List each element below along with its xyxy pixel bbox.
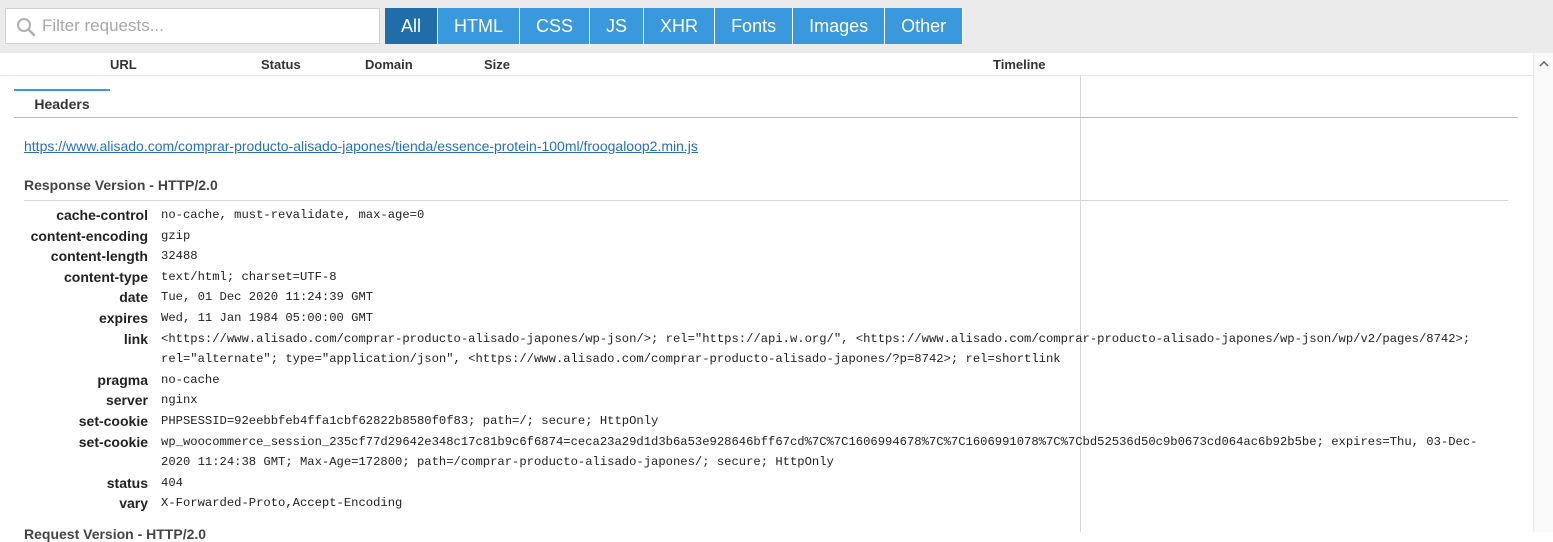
header-value: no-cache, must-revalidate, max-age=0 xyxy=(161,208,425,222)
search-icon xyxy=(17,18,36,37)
column-size[interactable]: Size xyxy=(484,57,510,72)
detail-tab-underline xyxy=(14,117,1518,118)
column-status[interactable]: Status xyxy=(261,57,301,72)
header-name: content-type xyxy=(64,268,148,285)
column-header: URL Status Domain Size Timeline xyxy=(0,53,1533,76)
header-row: date Tue, 01 Dec 2020 11:24:39 GMT xyxy=(24,287,1484,308)
tab-all[interactable]: All xyxy=(385,8,439,44)
header-name: date xyxy=(119,289,148,306)
toolbar: All HTML CSS JS XHR Fonts Images Other xyxy=(0,0,1553,53)
header-name: set-cookie xyxy=(78,433,148,450)
column-url[interactable]: URL xyxy=(110,57,137,72)
tab-html[interactable]: HTML xyxy=(438,8,521,44)
header-row: expires Wed, 11 Jan 1984 05:00:00 GMT xyxy=(24,308,1484,329)
header-name: status xyxy=(106,474,148,491)
header-row: vary X-Forwarded-Proto,Accept-Encoding xyxy=(24,493,1484,514)
header-row: cache-control no-cache, must-revalidate, … xyxy=(24,205,1484,226)
tab-headers[interactable]: Headers xyxy=(14,89,110,117)
header-value: Tue, 01 Dec 2020 11:24:39 GMT xyxy=(161,290,374,305)
tab-images[interactable]: Images xyxy=(793,8,886,44)
response-version-heading: Response Version - HTTP/2.0 xyxy=(24,177,218,193)
tab-js[interactable]: JS xyxy=(590,8,645,44)
filter-input[interactable] xyxy=(42,9,372,43)
header-row: pragma no-cache xyxy=(24,370,1484,391)
tab-css[interactable]: CSS xyxy=(520,8,591,44)
header-value: Wed, 11 Jan 1984 05:00:00 GMT xyxy=(161,310,374,325)
type-filter-tabs: All HTML CSS JS XHR Fonts Images Other xyxy=(385,8,964,44)
tab-fonts[interactable]: Fonts xyxy=(715,8,794,44)
header-value: <https://www.alisado.com/comprar-product… xyxy=(161,331,1478,367)
header-value: wp_woocommerce_session_235cf77d29642e348… xyxy=(161,434,1478,470)
header-name: vary xyxy=(119,495,148,512)
tab-other[interactable]: Other xyxy=(885,8,964,44)
header-row: set-cookie wp_woocommerce_session_235cf77… xyxy=(24,432,1484,473)
header-name: expires xyxy=(98,309,148,326)
request-version-heading: Request Version - HTTP/2.0 xyxy=(24,526,207,542)
header-name: server xyxy=(105,392,148,409)
header-value: X-Forwarded-Proto,Accept-Encoding xyxy=(161,496,403,511)
header-row: set-cookie PHPSESSID=92eebbfeb4ffa1cbf628… xyxy=(24,411,1484,432)
column-timeline[interactable]: Timeline xyxy=(993,57,1046,72)
header-name: set-cookie xyxy=(78,412,148,429)
header-row: status 404 xyxy=(24,473,1484,494)
header-name: cache-control xyxy=(56,207,148,223)
header-value: nginx xyxy=(161,393,198,408)
request-url-link[interactable]: https://www.alisado.com/comprar-producto… xyxy=(24,138,698,154)
header-name: content-encoding xyxy=(30,227,148,244)
header-row: content-type text/html; charset=UTF-8 xyxy=(24,267,1484,288)
filter-box[interactable] xyxy=(5,8,380,44)
header-value: PHPSESSID=92eebbfeb4ffa1cbf62822b8580f0f… xyxy=(161,413,659,428)
response-headers: cache-control no-cache, must-revalidate, … xyxy=(24,205,1484,514)
header-name: pragma xyxy=(97,371,148,388)
header-row: content-encoding gzip xyxy=(24,226,1484,247)
header-row: server nginx xyxy=(24,390,1484,411)
header-value: text/html; charset=UTF-8 xyxy=(161,269,337,284)
vertical-scrollbar[interactable] xyxy=(1533,53,1553,532)
section-divider xyxy=(24,200,1508,201)
header-row: link <https://www.alisado.com/comprar-pro… xyxy=(24,329,1484,370)
header-name: link xyxy=(123,330,148,347)
tab-xhr[interactable]: XHR xyxy=(644,8,716,44)
header-value: no-cache xyxy=(161,372,220,387)
header-name: content-length xyxy=(50,248,148,265)
scroll-up-icon[interactable] xyxy=(1539,59,1549,69)
header-value: gzip xyxy=(161,228,191,243)
column-domain[interactable]: Domain xyxy=(365,57,413,72)
header-value: 404 xyxy=(161,475,183,490)
header-row: content-length 32488 xyxy=(24,246,1484,267)
header-value: 32488 xyxy=(161,249,198,264)
